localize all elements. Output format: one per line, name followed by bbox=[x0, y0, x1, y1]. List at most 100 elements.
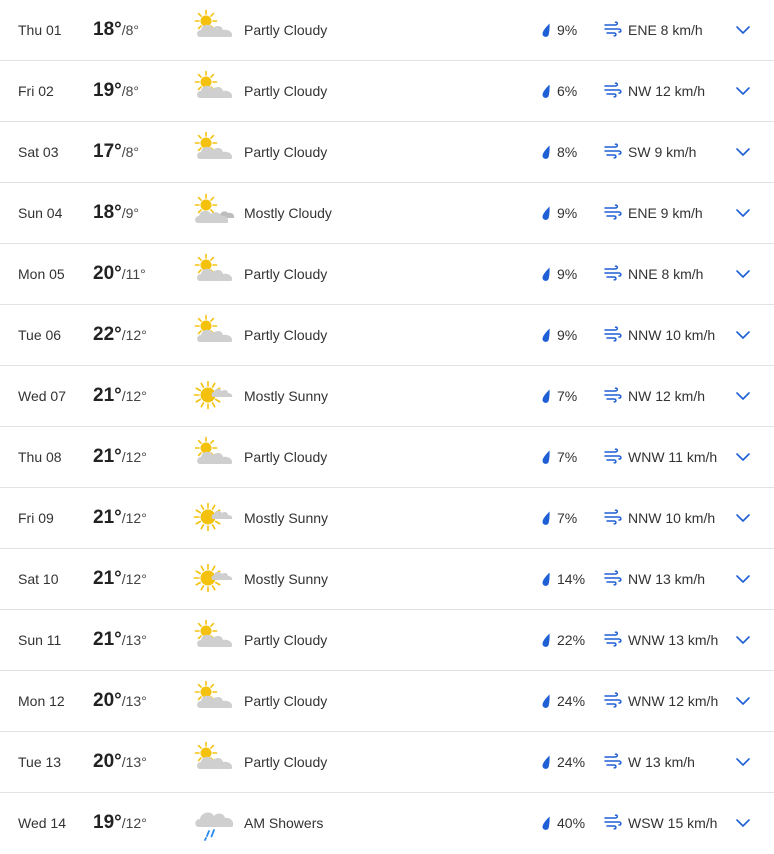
chevron-down-icon[interactable] bbox=[735, 22, 751, 38]
raindrop-icon bbox=[542, 23, 550, 37]
precip-chance: 7% bbox=[557, 449, 578, 465]
low-temp: 12° bbox=[125, 449, 147, 465]
raindrop-icon bbox=[542, 633, 550, 647]
high-temp: 21° bbox=[93, 385, 122, 406]
high-temp: 19° bbox=[93, 80, 122, 101]
chevron-down-icon[interactable] bbox=[735, 754, 751, 770]
partly-cloudy-icon bbox=[192, 251, 236, 295]
low-temp: 13° bbox=[125, 693, 147, 709]
wind-icon bbox=[604, 143, 622, 159]
raindrop-icon bbox=[542, 145, 550, 159]
wind-icon bbox=[604, 753, 622, 769]
forecast-row-wed-14[interactable]: Wed 14 19°/12° AM Showers 40% WSW 15 km/… bbox=[0, 793, 774, 853]
temperature: 18°/9° bbox=[93, 183, 139, 244]
chevron-down-icon[interactable] bbox=[735, 449, 751, 465]
wind-icon bbox=[604, 631, 622, 647]
day-label: Sat 10 bbox=[18, 571, 59, 587]
mostly-sunny-icon bbox=[192, 495, 236, 539]
low-temp: 11° bbox=[125, 266, 146, 282]
chevron-down-icon[interactable] bbox=[735, 632, 751, 648]
chevron-down-icon[interactable] bbox=[735, 83, 751, 99]
day-label: Mon 12 bbox=[18, 693, 65, 709]
chevron-down-icon[interactable] bbox=[735, 571, 751, 587]
chevron-down-icon[interactable] bbox=[735, 693, 751, 709]
mostly-cloudy-icon bbox=[192, 190, 236, 234]
chevron-down-icon[interactable] bbox=[735, 510, 751, 526]
precip-chance: 22% bbox=[557, 632, 586, 648]
forecast-row-mon-05[interactable]: Mon 05 20°/11° Partly Cloudy 9% NNE 8 km… bbox=[0, 244, 774, 305]
forecast-row-mon-12[interactable]: Mon 12 20°/13° Partly Cloudy 24% WNW 12 … bbox=[0, 671, 774, 732]
temperature: 18°/8° bbox=[93, 0, 139, 61]
high-temp: 18° bbox=[93, 202, 122, 223]
high-temp: 20° bbox=[93, 263, 122, 284]
high-temp: 18° bbox=[93, 19, 122, 40]
raindrop-icon bbox=[542, 328, 550, 342]
chevron-down-icon[interactable] bbox=[735, 388, 751, 404]
forecast-row-sun-11[interactable]: Sun 11 21°/13° Partly Cloudy 22% WNW 13 … bbox=[0, 610, 774, 671]
low-temp: 13° bbox=[125, 754, 147, 770]
condition-label: Partly Cloudy bbox=[244, 754, 328, 770]
precip-chance: 14% bbox=[557, 571, 586, 587]
wind-icon bbox=[604, 204, 622, 220]
forecast-row-sat-10[interactable]: Sat 10 21°/12° Mostly Sunny 14% NW 13 km… bbox=[0, 549, 774, 610]
forecast-row-tue-13[interactable]: Tue 13 20°/13° Partly Cloudy 24% W 13 km… bbox=[0, 732, 774, 793]
high-temp: 21° bbox=[93, 568, 122, 589]
day-label: Sun 04 bbox=[18, 205, 63, 221]
wind-speed: NNW 10 km/h bbox=[628, 510, 716, 526]
low-temp: 13° bbox=[125, 632, 147, 648]
forecast-row-thu-01[interactable]: Thu 01 18°/8° Partly Cloudy 9% ENE 8 km/… bbox=[0, 0, 774, 61]
condition-label: AM Showers bbox=[244, 815, 324, 831]
condition-label: Mostly Sunny bbox=[244, 571, 329, 587]
forecast-row-fri-09[interactable]: Fri 09 21°/12° Mostly Sunny 7% NNW 10 km… bbox=[0, 488, 774, 549]
forecast-row-thu-08[interactable]: Thu 08 21°/12° Partly Cloudy 7% WNW 11 k… bbox=[0, 427, 774, 488]
wind-icon bbox=[604, 509, 622, 525]
wind-speed: WSW 15 km/h bbox=[628, 815, 718, 831]
high-temp: 19° bbox=[93, 812, 122, 833]
day-label: Mon 05 bbox=[18, 266, 65, 282]
condition-label: Partly Cloudy bbox=[244, 632, 328, 648]
high-temp: 17° bbox=[93, 141, 122, 162]
low-temp: 12° bbox=[125, 388, 147, 404]
partly-cloudy-icon bbox=[192, 312, 236, 356]
low-temp: 12° bbox=[125, 815, 147, 831]
chevron-down-icon[interactable] bbox=[735, 815, 751, 831]
wind-icon bbox=[604, 570, 622, 586]
temperature: 19°/8° bbox=[93, 61, 139, 122]
low-temp: 12° bbox=[125, 510, 147, 526]
day-label: Wed 14 bbox=[18, 815, 66, 831]
forecast-row-sun-04[interactable]: Sun 04 18°/9° Mostly Cloudy 9% ENE 9 km/… bbox=[0, 183, 774, 244]
forecast-row-wed-07[interactable]: Wed 07 21°/12° Mostly Sunny 7% NW 12 km/… bbox=[0, 366, 774, 427]
precip-chance: 24% bbox=[557, 693, 586, 709]
day-label: Fri 02 bbox=[18, 83, 54, 99]
precip-chance: 9% bbox=[557, 327, 578, 343]
wind-icon bbox=[604, 82, 622, 98]
wind-icon bbox=[604, 448, 622, 464]
forecast-row-tue-06[interactable]: Tue 06 22°/12° Partly Cloudy 9% NNW 10 k… bbox=[0, 305, 774, 366]
temperature: 20°/11° bbox=[93, 244, 146, 305]
precip-chance: 6% bbox=[557, 83, 578, 99]
temperature: 20°/13° bbox=[93, 671, 147, 732]
raindrop-icon bbox=[542, 816, 550, 830]
mostly-sunny-icon bbox=[192, 556, 236, 600]
raindrop-icon bbox=[542, 511, 550, 525]
chevron-down-icon[interactable] bbox=[735, 327, 751, 343]
high-temp: 20° bbox=[93, 690, 122, 711]
chevron-down-icon[interactable] bbox=[735, 144, 751, 160]
wind-icon bbox=[604, 814, 622, 830]
condition-label: Partly Cloudy bbox=[244, 144, 328, 160]
raindrop-icon bbox=[542, 206, 550, 220]
condition-label: Mostly Cloudy bbox=[244, 205, 332, 221]
condition-label: Partly Cloudy bbox=[244, 83, 328, 99]
forecast-row-sat-03[interactable]: Sat 03 17°/8° Partly Cloudy 8% SW 9 km/h bbox=[0, 122, 774, 183]
forecast-row-fri-02[interactable]: Fri 02 19°/8° Partly Cloudy 6% NW 12 km/… bbox=[0, 61, 774, 122]
condition-label: Partly Cloudy bbox=[244, 449, 328, 465]
low-temp: 8° bbox=[125, 83, 140, 99]
partly-cloudy-icon bbox=[192, 129, 236, 173]
chevron-down-icon[interactable] bbox=[735, 266, 751, 282]
wind-icon bbox=[604, 692, 622, 708]
raindrop-icon bbox=[542, 694, 550, 708]
partly-cloudy-icon bbox=[192, 434, 236, 478]
chevron-down-icon[interactable] bbox=[735, 205, 751, 221]
precip-chance: 8% bbox=[557, 144, 578, 160]
partly-cloudy-icon bbox=[192, 7, 236, 51]
